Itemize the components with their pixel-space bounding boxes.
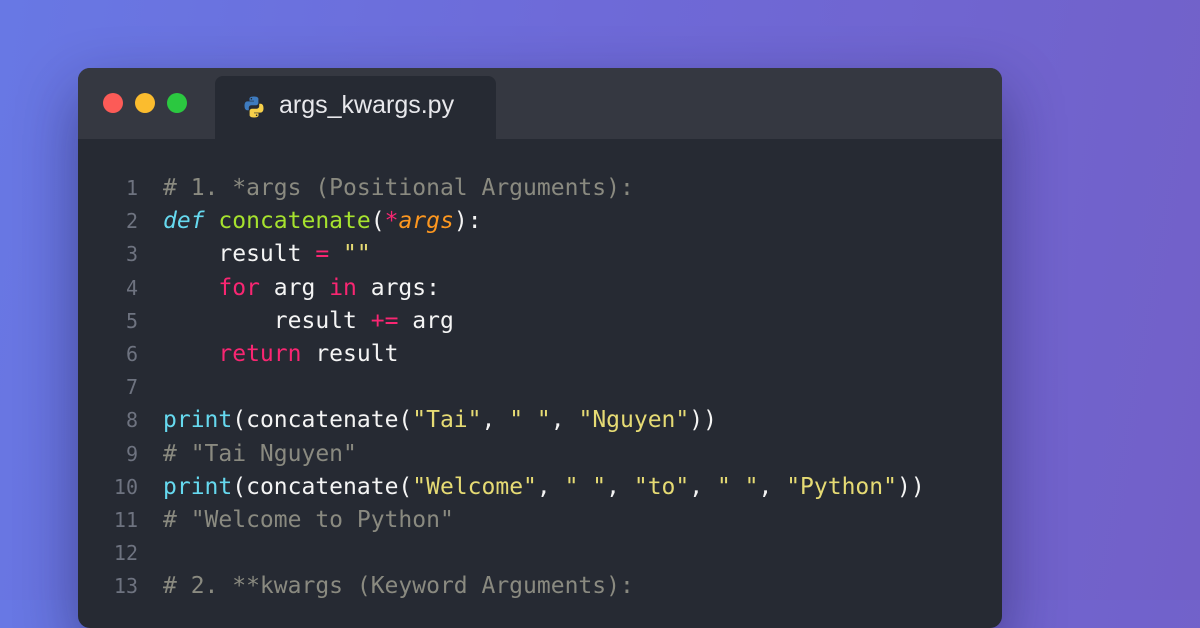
code-text: def concatenate(*args): — [163, 205, 482, 238]
code-editor[interactable]: 1 # 1. *args (Positional Arguments): 2 def … — [78, 172, 1002, 603]
code-token-comment: # 2. **kwargs (Keyword Arguments): — [163, 573, 634, 600]
code-line[interactable]: 13 # 2. **kwargs (Keyword Arguments): — [78, 570, 1002, 603]
code-token-builtin: print — [163, 473, 233, 500]
tab-filename: args_kwargs.py — [279, 91, 455, 119]
code-line[interactable]: 1 # 1. *args (Positional Arguments): — [78, 172, 1002, 205]
code-text: # 2. **kwargs (Keyword Arguments): — [163, 570, 634, 603]
line-number: 4 — [125, 275, 138, 300]
code-line[interactable]: 2 def concatenate(*args): — [78, 205, 1002, 238]
code-line[interactable]: 3 result = "" — [78, 238, 1002, 271]
line-number: 11 — [113, 507, 138, 532]
code-token-plain: result — [163, 307, 371, 334]
code-token-keyword: in — [329, 274, 357, 301]
line-number: 10 — [113, 474, 138, 499]
code-line[interactable]: 5 result += arg — [78, 305, 1002, 338]
line-number: 1 — [125, 176, 138, 200]
code-token-plain: (concatenate( — [232, 407, 413, 434]
code-token-comment: # "Welcome to Python" — [163, 506, 454, 533]
code-line[interactable]: 4 for arg in args: — [78, 272, 1002, 305]
code-token-keyword: for — [218, 274, 260, 301]
code-text: print(concatenate("Welcome", " ", "to", … — [163, 471, 925, 504]
code-token-string: " " — [509, 407, 551, 434]
code-line[interactable]: 6 return result — [78, 338, 1002, 371]
code-text: result += arg — [163, 305, 454, 338]
code-token-string: "Welcome" — [412, 473, 537, 500]
minimize-button[interactable] — [135, 93, 155, 113]
code-token-param: args — [398, 208, 454, 235]
file-tab[interactable]: args_kwargs.py — [215, 76, 496, 139]
code-line[interactable]: 10 print(concatenate("Welcome", " ", "to"… — [78, 471, 1002, 504]
code-token-keyword: return — [218, 340, 302, 367]
code-token-string: "Python" — [786, 473, 897, 500]
code-text: return result — [163, 338, 398, 371]
python-icon — [242, 95, 266, 119]
code-text: # 1. *args (Positional Arguments): — [163, 172, 634, 205]
code-token-plain: ): — [453, 208, 482, 235]
code-token-plain: , — [550, 407, 579, 434]
code-token-operator: = — [315, 241, 330, 268]
code-text: result = "" — [163, 238, 371, 271]
code-token-plain: , — [689, 473, 717, 500]
editor-window: args_kwargs.py 1 # 1. *args (Positional A… — [78, 68, 1002, 628]
code-token-plain: result — [301, 340, 399, 367]
code-text: # "Tai Nguyen" — [163, 438, 357, 471]
code-token-plain: (concatenate( — [232, 473, 413, 500]
code-line[interactable]: 11 # "Welcome to Python" — [78, 504, 1002, 537]
code-token-builtin: print — [163, 407, 233, 434]
code-token-operator: += — [370, 307, 399, 334]
maximize-button[interactable] — [167, 93, 187, 113]
code-token-plain: ( — [370, 208, 385, 235]
code-token-plain: result — [163, 241, 316, 268]
code-token-plain: args: — [356, 274, 440, 301]
code-token-plain: , — [536, 473, 565, 500]
code-token-star: * — [384, 208, 399, 235]
code-line[interactable]: 7 — [78, 371, 1002, 404]
code-token-string: "Nguyen" — [578, 407, 690, 434]
code-token-plain: arg — [398, 307, 454, 334]
code-token-comment: # 1. *args (Positional Arguments): — [163, 175, 634, 201]
line-number: 3 — [125, 242, 138, 267]
line-number: 7 — [125, 375, 138, 400]
line-number: 9 — [125, 441, 138, 466]
code-token-plain: arg — [259, 274, 330, 301]
code-token-keyword-def: def — [163, 208, 205, 235]
code-token-funcname: concatenate — [218, 208, 371, 235]
code-line[interactable]: 8 print(concatenate("Tai", " ", "Nguyen")… — [78, 404, 1002, 437]
code-text: for arg in args: — [163, 272, 440, 305]
line-number: 13 — [113, 574, 138, 599]
line-number: 8 — [125, 408, 138, 433]
code-token-plain: , — [481, 407, 510, 434]
code-token-plain: )) — [896, 473, 925, 500]
code-token-plain: , — [758, 473, 787, 500]
line-number: 12 — [113, 541, 138, 566]
code-token-string: "" — [343, 241, 371, 268]
code-token-string: " " — [564, 473, 607, 500]
code-token-plain: , — [606, 473, 634, 500]
code-token-string: "Tai" — [412, 407, 482, 434]
line-number: 5 — [125, 308, 138, 333]
code-text: # "Welcome to Python" — [163, 504, 454, 537]
code-line[interactable]: 9 # "Tai Nguyen" — [78, 438, 1002, 471]
code-line[interactable]: 12 — [78, 537, 1002, 570]
code-text: print(concatenate("Tai", " ", "Nguyen")) — [163, 404, 717, 437]
title-bar: args_kwargs.py — [78, 68, 1002, 139]
close-button[interactable] — [103, 93, 123, 113]
line-number: 6 — [125, 341, 138, 366]
line-number: 2 — [125, 209, 138, 234]
code-token-string: " " — [716, 473, 759, 500]
code-token-string: "to" — [633, 473, 690, 500]
code-token-plain: )) — [689, 407, 717, 434]
code-token-comment: # "Tai Nguyen" — [163, 440, 357, 467]
